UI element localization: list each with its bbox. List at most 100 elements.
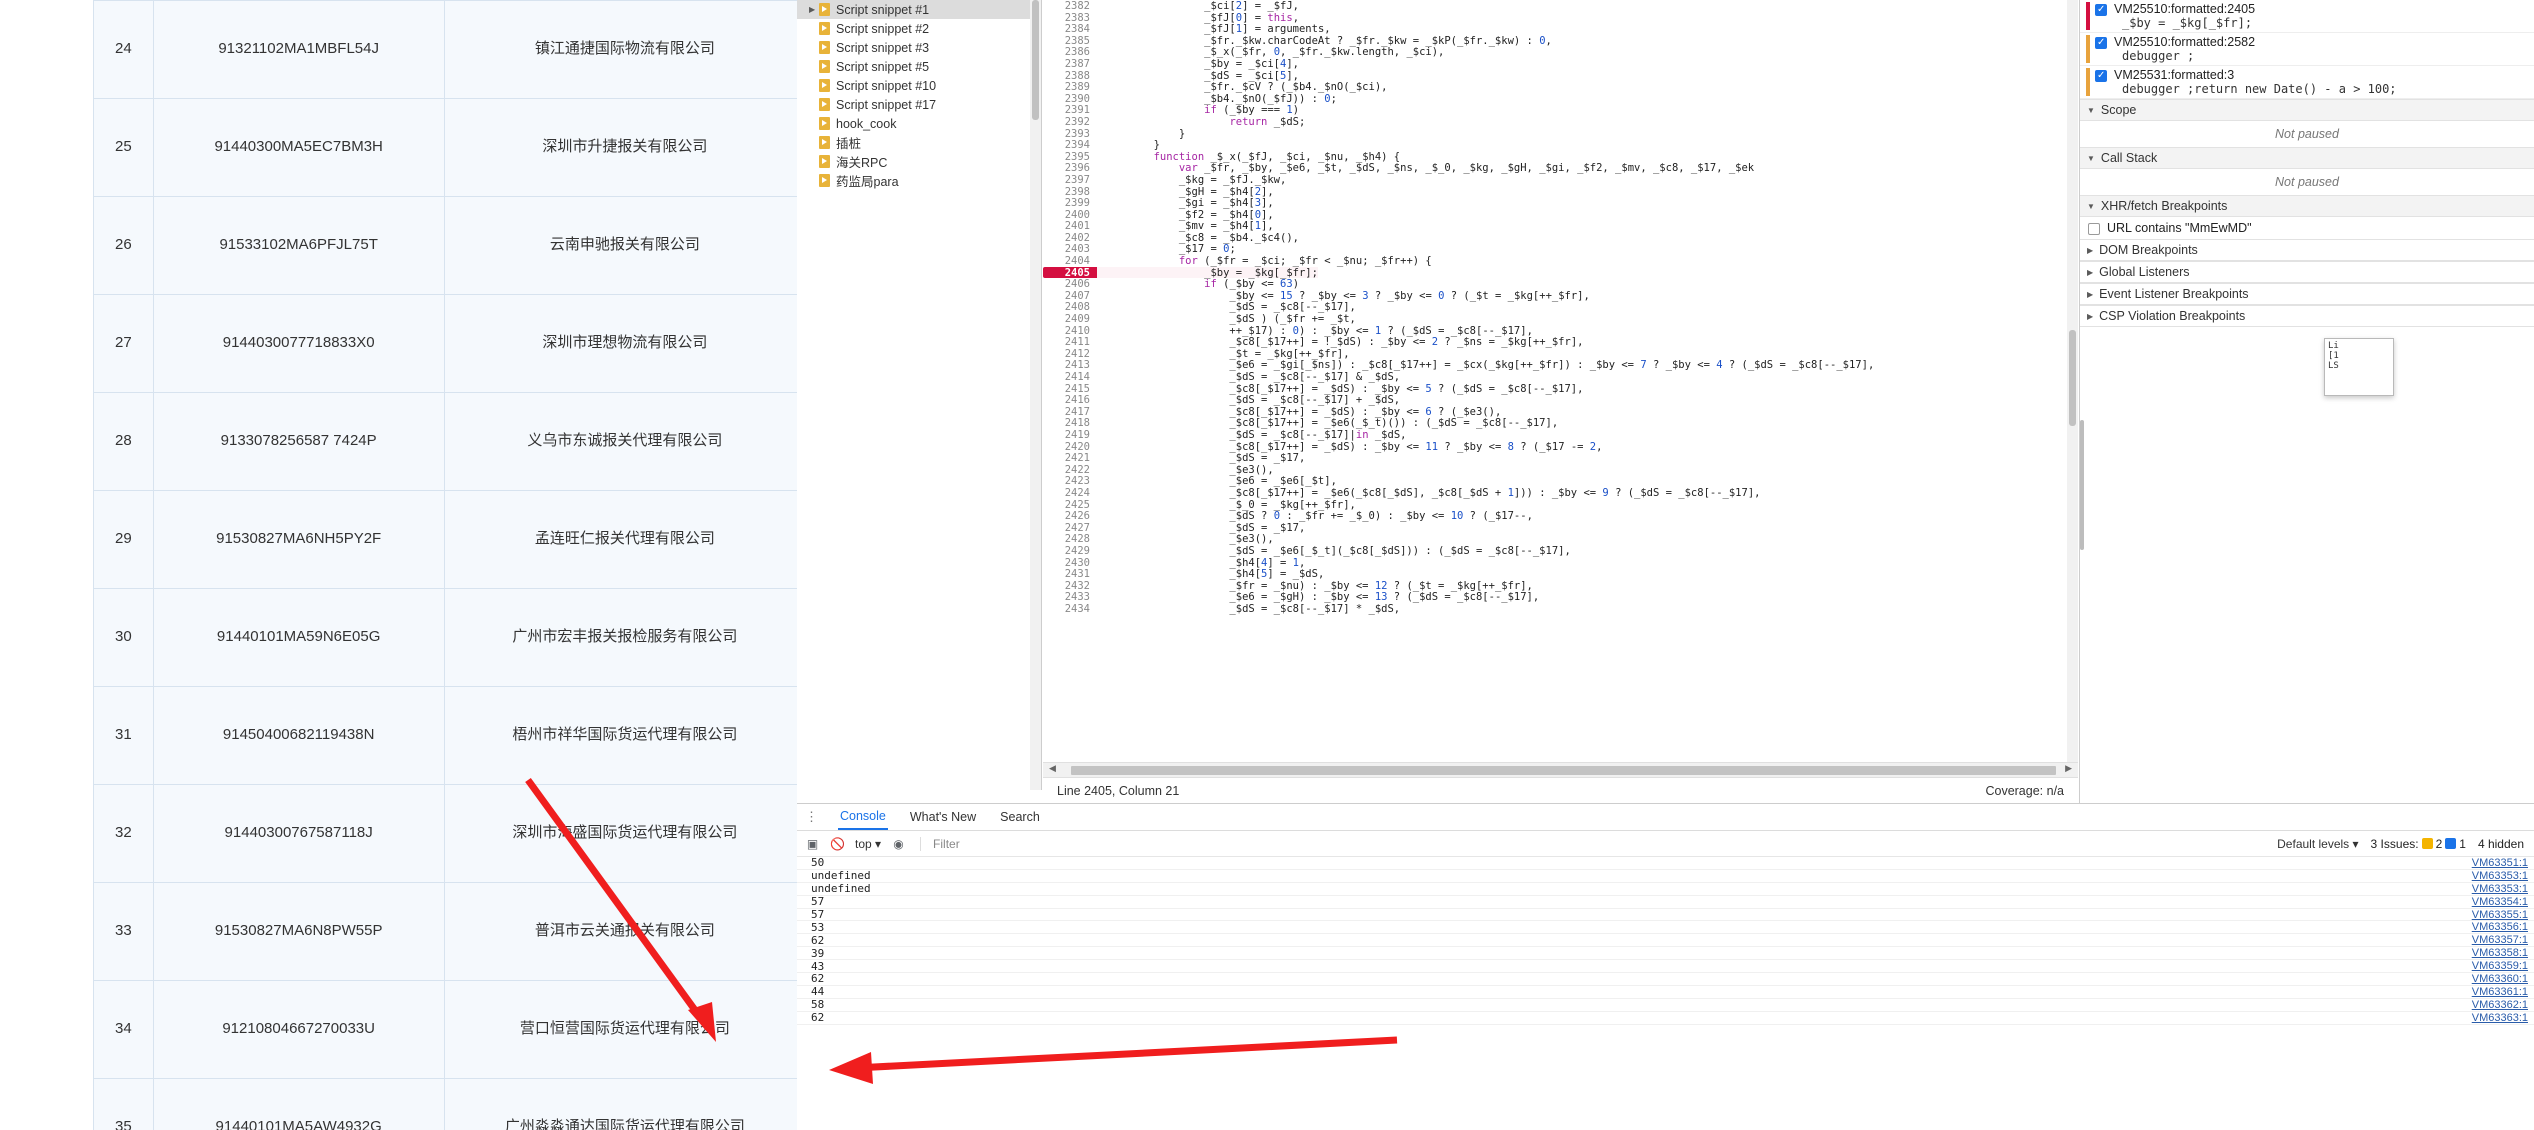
checkbox-icon[interactable] xyxy=(2088,223,2100,235)
console-message-source[interactable]: VM63359:1 xyxy=(2472,960,2528,972)
code-line[interactable]: 2413 _$e6 = _$gi[_$ns]) : _$c8[_$17++] =… xyxy=(1043,359,2078,371)
line-number[interactable]: 2400 xyxy=(1043,208,1097,221)
line-number[interactable]: 2427 xyxy=(1043,521,1097,534)
line-number[interactable]: 2391 xyxy=(1043,104,1097,116)
line-number[interactable]: 2424 xyxy=(1043,486,1097,499)
code-line[interactable]: 2432 _$fr = _$nu) : _$by <= 12 ? (_$t = … xyxy=(1043,579,2078,592)
line-number[interactable]: 2399 xyxy=(1043,197,1097,209)
line-number[interactable]: 2417 xyxy=(1043,405,1097,418)
code-line[interactable]: 2415 _$c8[_$17++] = _$dS) : _$by <= 5 ? … xyxy=(1043,382,2078,395)
code-line[interactable]: 2401 _$mv = _$h4[1], xyxy=(1043,220,2078,232)
console-message[interactable]: 44 VM63361:1 xyxy=(797,985,2534,999)
context-selector[interactable]: top ▾ xyxy=(855,837,881,851)
code-line[interactable]: 2427 _$dS = _$17, xyxy=(1043,521,2078,534)
source-code-editor[interactable]: 2382 _$ci[2] = _$fJ, 2383 _$fJ[0] = this,… xyxy=(1043,0,2078,762)
line-number[interactable]: 2418 xyxy=(1043,417,1097,429)
code-line[interactable]: 2416 _$dS = _$c8[--_$17] + _$dS, xyxy=(1043,394,2078,406)
code-line[interactable]: 2392 return _$dS; xyxy=(1043,115,2078,128)
code-line[interactable]: 2382 _$ci[2] = _$fJ, xyxy=(1043,0,2078,12)
line-number[interactable]: 2384 xyxy=(1043,23,1097,35)
line-number[interactable]: 2392 xyxy=(1043,115,1097,128)
code-line[interactable]: 2402 _$c8 = _$b4._$c4(), xyxy=(1043,231,2078,244)
line-number[interactable]: 2422 xyxy=(1043,463,1097,476)
code-line[interactable]: 2397 _$kg = _$fJ._$kw, xyxy=(1043,173,2078,186)
breakpoints-list[interactable]: VM25510:formatted:2405_$by = _$kg[_$fr];… xyxy=(2080,0,2534,99)
code-line[interactable]: 2391 if (_$by === 1) xyxy=(1043,104,2078,116)
execute-icon[interactable]: ▣ xyxy=(805,836,820,851)
snippet-item[interactable]: Script snippet #3 xyxy=(797,38,1041,57)
console-message-source[interactable]: VM63354:1 xyxy=(2472,896,2528,908)
xhr-breakpoints-section-header[interactable]: ▼ XHR/fetch Breakpoints xyxy=(2080,195,2534,217)
console-message[interactable]: 43 VM63359:1 xyxy=(797,960,2534,974)
code-line[interactable]: 2400 _$f2 = _$h4[0], xyxy=(1043,208,2078,221)
code-line[interactable]: 2396 var _$fr, _$by, _$e6, _$t, _$dS, _$… xyxy=(1043,162,2078,174)
code-line[interactable]: 2385 _$fr._$kw.charCodeAt ? _$fr._$kw = … xyxy=(1043,34,2078,47)
code-line[interactable]: 2384 _$fJ[1] = arguments, xyxy=(1043,23,2078,35)
line-number[interactable]: 2395 xyxy=(1043,150,1097,163)
line-number[interactable]: 2412 xyxy=(1043,347,1097,360)
breakpoint-item[interactable]: VM25510:formatted:2582debugger ; xyxy=(2080,33,2534,66)
tab-search[interactable]: Search xyxy=(998,805,1042,829)
code-line[interactable]: 2431 _$h4[5] = _$dS, xyxy=(1043,568,2078,580)
line-number[interactable]: 2404 xyxy=(1043,255,1097,267)
collapsed-section-header[interactable]: ▶ CSP Violation Breakpoints xyxy=(2080,305,2534,327)
hscroll-thumb[interactable] xyxy=(1071,766,2056,775)
snippet-item[interactable]: ▶ Script snippet #1 xyxy=(797,0,1041,19)
code-line[interactable]: 2387 _$by = _$ci[4], xyxy=(1043,57,2078,70)
code-line[interactable]: 2383 _$fJ[0] = this, xyxy=(1043,11,2078,24)
console-message[interactable]: 53 VM63356:1 xyxy=(797,921,2534,935)
code-line[interactable]: 2407 _$by <= 15 ? _$by <= 3 ? _$by <= 0 … xyxy=(1043,289,2078,302)
code-line[interactable]: 2408 _$dS = _$c8[--_$17], xyxy=(1043,301,2078,313)
code-line[interactable]: 2425 _$_0 = _$kg[++_$fr], xyxy=(1043,498,2078,511)
code-line[interactable]: 2403 _$17 = 0; xyxy=(1043,243,2078,255)
console-message[interactable]: 50 VM63351:1 xyxy=(797,856,2534,870)
console-message-source[interactable]: VM63360:1 xyxy=(2472,973,2528,985)
breakpoint-checkbox[interactable] xyxy=(2095,36,2107,50)
code-line[interactable]: 2428 _$e3(), xyxy=(1043,533,2078,545)
line-number[interactable]: 2426 xyxy=(1043,510,1097,522)
navigator-scrollbar[interactable] xyxy=(1030,0,1041,790)
line-number[interactable]: 2416 xyxy=(1043,394,1097,406)
console-message-source[interactable]: VM63351:1 xyxy=(2472,857,2528,869)
code-line[interactable]: 2421 _$dS = _$17, xyxy=(1043,452,2078,464)
code-line[interactable]: 2409 _$dS ) (_$fr += _$t, xyxy=(1043,313,2078,325)
console-message[interactable]: 39 VM63358:1 xyxy=(797,947,2534,961)
snippet-item[interactable]: hook_cook xyxy=(797,114,1041,133)
line-number[interactable]: 2415 xyxy=(1043,382,1097,395)
console-message-source[interactable]: VM63357:1 xyxy=(2472,934,2528,946)
code-line[interactable]: 2390 _$b4._$nO(_$fJ)) : 0; xyxy=(1043,92,2078,105)
code-line[interactable]: 2429 _$dS = _$e6[_$_t](_$c8[_$dS])) : (_… xyxy=(1043,544,2078,557)
line-number[interactable]: 2389 xyxy=(1043,81,1097,93)
breakpoint-item[interactable]: VM25510:formatted:2405_$by = _$kg[_$fr]; xyxy=(2080,0,2534,33)
code-line[interactable]: 2434 _$dS = _$c8[--_$17] * _$dS, xyxy=(1043,602,2078,615)
line-number[interactable]: 2409 xyxy=(1043,313,1097,325)
line-number[interactable]: 2419 xyxy=(1043,428,1097,441)
scroll-left-arrow[interactable]: ◀ xyxy=(1049,764,1056,774)
debugger-scrollbar[interactable] xyxy=(2080,420,2084,550)
line-number[interactable]: 2385 xyxy=(1043,34,1097,47)
line-number[interactable]: 2388 xyxy=(1043,69,1097,82)
console-message[interactable]: undefined VM63353:1 xyxy=(797,869,2534,883)
line-number[interactable]: 2421 xyxy=(1043,452,1097,464)
console-message[interactable]: undefined VM63353:1 xyxy=(797,882,2534,896)
console-message-source[interactable]: VM63353:1 xyxy=(2472,870,2528,882)
console-message[interactable]: 57 VM63355:1 xyxy=(797,908,2534,922)
line-number[interactable]: 2410 xyxy=(1043,324,1097,337)
console-message[interactable]: 58 VM63362:1 xyxy=(797,998,2534,1012)
breakpoint-checkbox[interactable] xyxy=(2095,3,2107,17)
code-line[interactable]: 2394 } xyxy=(1043,139,2078,151)
tab-whats-new[interactable]: What's New xyxy=(908,805,978,829)
code-line[interactable]: 2410 ++_$17) : 0) : _$by <= 1 ? (_$dS = … xyxy=(1043,324,2078,337)
clear-console-icon[interactable]: 🚫 xyxy=(830,836,845,851)
hidden-messages-count[interactable]: 4 hidden xyxy=(2478,837,2524,851)
code-line[interactable]: 2426 _$dS ? 0 : _$fr += _$_0) : _$by <= … xyxy=(1043,510,2078,522)
line-number[interactable]: 2406 xyxy=(1043,278,1097,290)
call-stack-section-header[interactable]: ▼ Call Stack xyxy=(2080,147,2534,169)
code-line[interactable]: 2398 _$gH = _$h4[2], xyxy=(1043,185,2078,198)
console-message[interactable]: 62 VM63360:1 xyxy=(797,972,2534,986)
line-number[interactable]: 2390 xyxy=(1043,92,1097,105)
line-number[interactable]: 2434 xyxy=(1043,602,1097,615)
line-number[interactable]: 2401 xyxy=(1043,220,1097,232)
snippet-item[interactable]: Script snippet #5 xyxy=(797,57,1041,76)
scope-section-header[interactable]: ▼ Scope xyxy=(2080,99,2534,121)
